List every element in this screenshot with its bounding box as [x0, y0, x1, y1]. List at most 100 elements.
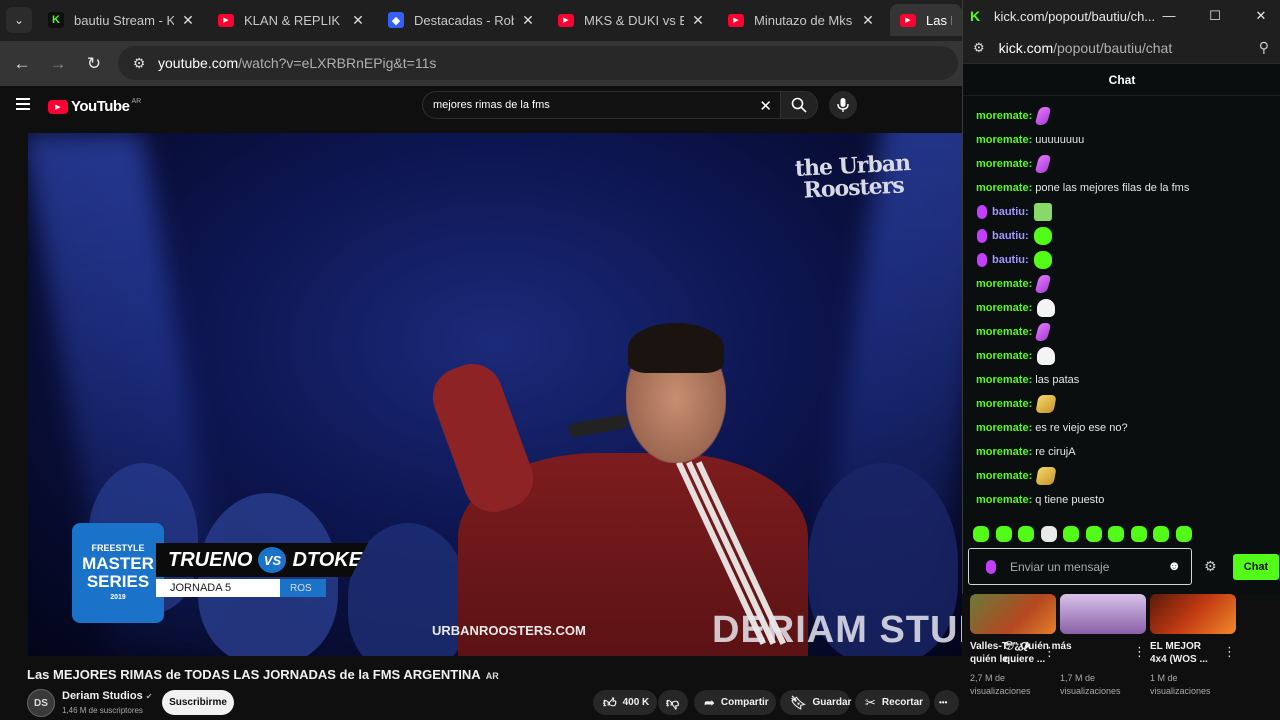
- recommendation-views: 2,7 M de visualizaciones: [970, 673, 1031, 696]
- popout-address-bar[interactable]: ⚙ kick.com/popout/bautiu/chat ⚲: [963, 32, 1280, 64]
- quick-emote-icon[interactable]: [1153, 526, 1169, 542]
- chat-username[interactable]: moremate:: [976, 96, 1032, 98]
- recommendation-title[interactable]: 😳¿Quién más quiere ...: [1004, 640, 1074, 666]
- chat-username[interactable]: moremate:: [976, 350, 1032, 362]
- chat-username[interactable]: moremate:: [976, 158, 1032, 170]
- recommendation-title[interactable]: EL MEJOR 4x4 (WOS ...: [1150, 640, 1220, 666]
- site-settings-icon[interactable]: ⚙: [128, 55, 150, 72]
- chat-message-list[interactable]: moremate:uuumoremate:moremate:uuuuuuuumo…: [963, 96, 1280, 514]
- save-label: Guardar: [812, 697, 852, 708]
- video-player[interactable]: the Urban Roosters FREESTYLE MASTER SERI…: [28, 133, 962, 656]
- clip-label: Recortar: [881, 697, 924, 708]
- close-icon[interactable]: ✕: [690, 12, 706, 29]
- forward-icon[interactable]: →: [45, 51, 71, 77]
- emoji-picker-icon[interactable]: ☻: [1167, 558, 1181, 573]
- tab-roblox[interactable]: ◆ Destacadas - Roblox ✕: [378, 4, 546, 36]
- chat-message-text: es re viejo ese no?: [1035, 422, 1128, 434]
- quick-emote-icon[interactable]: [1108, 526, 1124, 542]
- browser-toolbar: ← → ↻ ⚙ youtube.com/watch?v=eLXRBRnEPig&…: [0, 41, 962, 86]
- chat-message: moremate: uuuuuuuu: [976, 130, 1084, 150]
- dislike-button[interactable]: 👎︎: [658, 690, 688, 715]
- verified-icon: ✔: [145, 692, 153, 701]
- jornada-label: JORNADA 5 ROS: [156, 579, 326, 597]
- address-url[interactable]: youtube.com/watch?v=eLXRBRnEPig&t=11s: [158, 55, 436, 71]
- chat-input-field[interactable]: ☻: [968, 548, 1192, 585]
- close-icon[interactable]: ✕: [180, 12, 196, 29]
- subscribe-button[interactable]: Suscribirme: [162, 690, 234, 715]
- chat-username[interactable]: bautiu:: [992, 254, 1029, 266]
- save-button[interactable]: 🔖︎ Guardar: [780, 690, 852, 715]
- popout-title-bar[interactable]: K kick.com/popout/bautiu/ch... — ☐ ✕: [963, 0, 1280, 32]
- quick-emote-icon[interactable]: [1175, 526, 1192, 542]
- quick-emote-icon[interactable]: [973, 526, 989, 542]
- share-button[interactable]: ➦ Compartir: [694, 690, 776, 715]
- search-button[interactable]: [780, 91, 818, 119]
- chat-username[interactable]: moremate:: [976, 374, 1032, 386]
- close-icon[interactable]: ✕: [520, 12, 536, 29]
- tab-youtube-active[interactable]: ▶ Las MEJ: [890, 4, 962, 36]
- chat-username[interactable]: moremate:: [976, 470, 1032, 482]
- minimize-icon[interactable]: —: [1159, 6, 1179, 26]
- search-input[interactable]: mejores rimas de la fms ✕: [422, 91, 780, 119]
- recommendation-views: 1,7 M de visualizaciones: [1060, 673, 1121, 696]
- back-icon[interactable]: ←: [9, 51, 35, 77]
- chat-username[interactable]: moremate:: [976, 302, 1032, 314]
- more-actions-button[interactable]: •••: [934, 690, 959, 715]
- channel-name[interactable]: Deriam Studios ✔: [62, 690, 152, 702]
- chat-username[interactable]: moremate:: [976, 110, 1032, 122]
- more-vert-icon[interactable]: ⋮: [1223, 644, 1236, 660]
- address-bar[interactable]: ⚙ youtube.com/watch?v=eLXRBRnEPig&t=11s: [118, 46, 958, 80]
- chat-message-text: re cirujA: [1035, 446, 1076, 458]
- chat-username[interactable]: moremate:: [976, 422, 1032, 434]
- chat-message: moremate: q tiene puesto: [976, 490, 1104, 510]
- recommendation-thumbnail[interactable]: [1150, 594, 1236, 634]
- site-settings-icon[interactable]: ⚙: [973, 40, 985, 56]
- tab-youtube-mks-duki[interactable]: ▶ MKS & DUKI vs BE ✕: [548, 4, 716, 36]
- voice-search-button[interactable]: [829, 91, 857, 119]
- chat-username[interactable]: moremate:: [976, 134, 1032, 146]
- more-vert-icon[interactable]: ⋮: [1043, 644, 1056, 660]
- clip-button[interactable]: ✂ Recortar: [855, 690, 930, 715]
- quick-emote-icon[interactable]: [1130, 526, 1147, 542]
- maximize-icon[interactable]: ☐: [1205, 6, 1225, 26]
- chat-username[interactable]: moremate:: [976, 446, 1032, 458]
- more-vert-icon[interactable]: ⋮: [1133, 644, 1146, 660]
- quick-emote-icon[interactable]: [1018, 526, 1034, 542]
- zoom-icon[interactable]: ⚲: [1259, 39, 1269, 56]
- chat-username[interactable]: moremate:: [976, 494, 1032, 506]
- chat-message-input[interactable]: [1010, 559, 1160, 574]
- kick-icon: K: [48, 12, 64, 28]
- tab-youtube-minutazo[interactable]: ▶ Minutazo de Mks ✕: [718, 4, 886, 36]
- clear-search-icon[interactable]: ✕: [759, 97, 772, 115]
- chat-send-button[interactable]: Chat: [1233, 554, 1279, 580]
- chat-username[interactable]: bautiu:: [992, 230, 1029, 242]
- chat-username[interactable]: bautiu:: [992, 206, 1029, 218]
- menu-icon[interactable]: [16, 98, 30, 110]
- chat-username[interactable]: moremate:: [976, 398, 1032, 410]
- close-icon[interactable]: ✕: [1251, 6, 1271, 26]
- city-code: ROS: [280, 579, 326, 597]
- tab-search-menu-button[interactable]: ⌄: [6, 7, 32, 33]
- recommendation-thumbnail[interactable]: [1060, 594, 1146, 634]
- youtube-logo[interactable]: ▶ YouTube AR: [48, 98, 141, 115]
- quick-emote-icon[interactable]: [1063, 526, 1079, 542]
- reload-icon[interactable]: ↻: [81, 51, 107, 77]
- recommendation-thumbnail[interactable]: [970, 594, 1056, 634]
- chat-username[interactable]: moremate:: [976, 326, 1032, 338]
- chat-username[interactable]: moremate:: [976, 182, 1032, 194]
- battle-matchup-banner: TRUENO VS DTOKE: [156, 543, 368, 577]
- quick-emote-icon[interactable]: [1040, 526, 1057, 542]
- chat-settings-icon[interactable]: ⚙: [1204, 558, 1217, 575]
- subscriber-count: 1,46 M de suscriptores: [62, 706, 143, 715]
- tab-kick-bautiu[interactable]: K bautiu Stream - Kick ✕: [38, 4, 206, 36]
- like-button[interactable]: 👍︎ 400 K: [593, 690, 657, 715]
- quick-emote-icon[interactable]: [995, 526, 1012, 542]
- chat-message-text: las patas: [1035, 374, 1080, 386]
- close-icon[interactable]: ✕: [350, 12, 366, 29]
- chat-username[interactable]: moremate:: [976, 278, 1032, 290]
- quick-emote-icon[interactable]: [1085, 526, 1102, 542]
- tab-youtube-klan[interactable]: ▶ KLAN & REPLIK vs ✕: [208, 4, 376, 36]
- channel-avatar[interactable]: DS: [27, 689, 55, 717]
- close-icon[interactable]: ✕: [860, 12, 876, 29]
- chat-message-text: uuu: [1035, 96, 1053, 98]
